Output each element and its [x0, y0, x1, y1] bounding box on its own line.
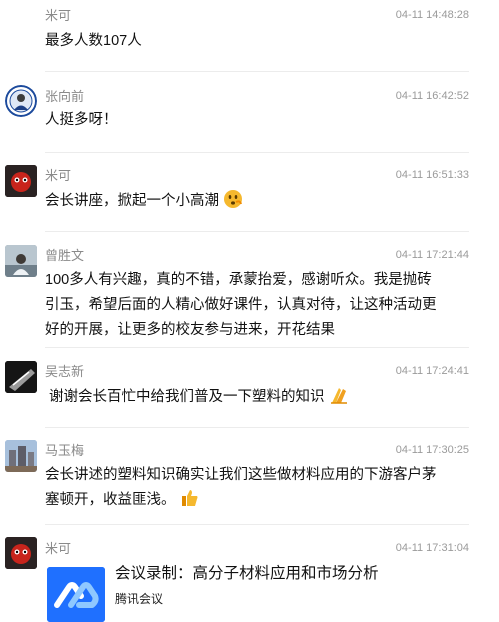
- message-text: 100多人有兴趣，真的不错，承蒙抬爱，感谢听众。我是抛砖引玉，希望后面的人精心做…: [45, 272, 437, 338]
- card-title[interactable]: 会议录制：高分子材料应用和市场分析: [115, 563, 379, 585]
- avatar[interactable]: [5, 537, 37, 569]
- message-text: 最多人数107人: [45, 33, 142, 49]
- sender-name[interactable]: 吴志新: [45, 364, 84, 380]
- divider: [45, 152, 469, 153]
- message-time: 04-11 17:21:44: [395, 249, 469, 261]
- sender-name[interactable]: 曾胜文: [45, 248, 84, 264]
- divider: [45, 71, 469, 72]
- sender-name[interactable]: 米可: [45, 541, 71, 557]
- shared-link-card[interactable]: 会议录制：高分子材料应用和市场分析 腾讯会议: [45, 563, 415, 622]
- message-time: 04-11 14:48:28: [395, 9, 469, 21]
- message-time: 04-11 17:30:25: [395, 444, 469, 456]
- sender-name[interactable]: 米可: [45, 8, 71, 24]
- excited-face-icon: [223, 189, 243, 209]
- message-text-container: 会长讲述的塑料知识确实让我们这些做材料应用的下游客户茅塞顿开，收益匪浅。: [45, 463, 445, 513]
- divider: [45, 347, 469, 348]
- divider: [45, 231, 469, 232]
- avatar[interactable]: [5, 85, 37, 117]
- avatar[interactable]: [5, 440, 37, 472]
- praying-hands-icon: [329, 385, 349, 405]
- message-text: 人挺多呀！: [45, 112, 118, 128]
- message-text: 会长讲述的塑料知识确实让我们这些做材料应用的下游客户茅塞顿开，收益匪浅。: [45, 467, 437, 508]
- message-text: 谢谢会长百忙中给我们普及一下塑料的知识: [49, 389, 325, 405]
- avatar[interactable]: [5, 245, 37, 277]
- message-time: 04-11 17:24:41: [395, 365, 469, 377]
- message-time: 04-11 16:42:52: [395, 90, 469, 102]
- avatar[interactable]: [5, 361, 37, 393]
- message-text-container: 谢谢会长百忙中给我们普及一下塑料的知识: [49, 385, 449, 410]
- sender-name[interactable]: 米可: [45, 168, 71, 184]
- thumbs-up-icon: [180, 488, 200, 508]
- divider: [45, 524, 469, 525]
- avatar[interactable]: [5, 165, 37, 197]
- message-text: 会长讲座，掀起一个小高潮: [45, 193, 219, 209]
- message-time: 04-11 16:51:33: [395, 169, 469, 181]
- message-time: 04-11 17:31:04: [395, 542, 469, 554]
- sender-name[interactable]: 张向前: [45, 89, 84, 105]
- sender-name[interactable]: 马玉梅: [45, 443, 84, 459]
- tencent-meeting-logo-icon: [47, 567, 105, 622]
- card-source: 腾讯会议: [115, 592, 164, 606]
- message-text-container: 会长讲座，掀起一个小高潮: [45, 189, 445, 214]
- divider: [45, 427, 469, 428]
